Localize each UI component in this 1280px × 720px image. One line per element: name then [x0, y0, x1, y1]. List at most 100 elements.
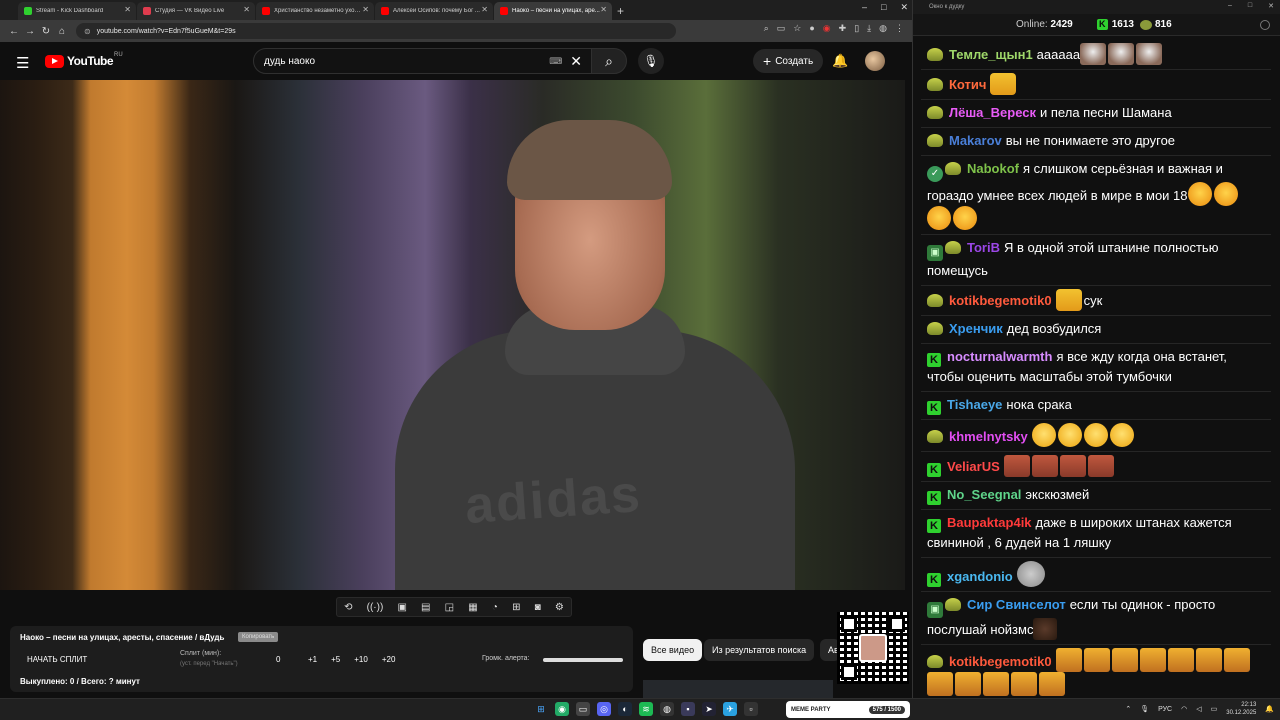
download-icon[interactable]: ⤓ [867, 23, 871, 34]
app-icon[interactable]: ▪ [681, 702, 695, 716]
chat-username[interactable]: xgandonio [947, 569, 1013, 584]
language-indicator[interactable]: РУС [1158, 706, 1172, 713]
spotify-icon[interactable]: ≋ [639, 702, 653, 716]
clapper-icon[interactable]: ▤ [421, 602, 430, 613]
notification-bell-icon[interactable]: 🔔 [1265, 705, 1274, 713]
site-info-icon[interactable]: ⊜ [84, 27, 91, 36]
chat-username[interactable]: kotikbegemotik0 [949, 654, 1052, 669]
maximize-button[interactable]: □ [1248, 2, 1252, 10]
telegram-icon-2[interactable]: ✈ [723, 702, 737, 716]
extension-dot-icon[interactable]: ● [809, 23, 814, 34]
chat-username[interactable]: Лёша_Вереск [949, 105, 1036, 120]
app-icon-2[interactable]: ▫ [744, 702, 758, 716]
increment-button[interactable]: +5 [331, 655, 340, 664]
chat-username[interactable]: Сир Свинселот [967, 597, 1066, 612]
voice-search-icon[interactable]: 🎙 [638, 48, 664, 74]
zoom-icon[interactable]: ⌕ [764, 23, 769, 34]
close-tab-icon[interactable]: ✕ [362, 5, 369, 14]
film-strip-icon[interactable]: ▦ [468, 602, 477, 613]
video-player[interactable]: adidas [0, 80, 905, 590]
chat-username[interactable]: VeliarUS [947, 459, 1000, 474]
avatar[interactable] [865, 51, 885, 71]
discord-icon[interactable]: ◎ [597, 702, 611, 716]
loop-icon[interactable]: ⟲ [344, 602, 352, 613]
settings-gear-icon[interactable]: ⚙ [555, 602, 564, 613]
browser-tab[interactable]: Христианство незаметно уход... ✕ [256, 2, 374, 20]
screen-record-icon[interactable]: ▣ [397, 602, 406, 613]
steam-icon[interactable]: ◐ [618, 702, 632, 716]
volume-icon[interactable]: ◁ [1196, 705, 1201, 713]
close-tab-icon[interactable]: ✕ [600, 5, 607, 14]
menu-dots-icon[interactable]: ⋮ [895, 23, 904, 34]
start-split-button[interactable]: НАЧАТЬ СПЛИТ [27, 655, 87, 664]
screenshot-camera-icon[interactable]: ◙ [535, 602, 541, 613]
chat-username[interactable]: ToriB [967, 240, 1000, 255]
battery-icon[interactable]: ▭ [1211, 705, 1218, 713]
chat-username[interactable]: khmelnytsky [949, 429, 1028, 444]
chip-from-search[interactable]: Из результатов поиска [704, 639, 815, 661]
bookmark-star-icon[interactable]: ☆ [793, 23, 801, 34]
chrome-icon[interactable]: ◉ [555, 702, 569, 716]
extension-red-icon[interactable]: ◉ [823, 23, 831, 34]
new-tab-button[interactable]: + [617, 2, 624, 20]
close-tab-icon[interactable]: ✕ [124, 5, 131, 14]
reload-icon[interactable]: ↻ [38, 26, 54, 37]
increment-button[interactable]: +20 [382, 655, 396, 664]
settings-circle-icon[interactable] [1260, 19, 1270, 30]
forward-icon[interactable]: → [22, 26, 38, 37]
browser-tab[interactable]: Stream - Kick Dashboard ✕ [18, 2, 136, 20]
chip-all-videos[interactable]: Все видео [643, 639, 703, 661]
split-value-field[interactable]: 0 [276, 655, 280, 664]
cast-icon[interactable]: ▭ [777, 23, 786, 34]
chat-username[interactable]: nocturnalwarmth [947, 349, 1052, 364]
mic-tray-icon[interactable]: 🎙 [1140, 705, 1149, 713]
sidepanel-icon[interactable]: ▯ [854, 23, 859, 34]
youtube-logo[interactable]: YouTube RU [45, 52, 123, 68]
close-window-button[interactable]: ✕ [1268, 2, 1274, 10]
create-button[interactable]: + Создать [753, 49, 824, 73]
add-marker-icon[interactable]: ⊞ [512, 602, 520, 613]
chat-username[interactable]: Tishaeye [947, 397, 1002, 412]
copy-button[interactable]: Копировать [238, 632, 279, 642]
close-tab-icon[interactable]: ✕ [243, 5, 250, 14]
clock[interactable]: 22:13 30.12.2025 [1226, 701, 1256, 717]
chat-username[interactable]: Baupaktap4ik [947, 515, 1032, 530]
browser-tab[interactable]: Алексей Осипов: почему Бог ... ✕ [375, 2, 493, 20]
increment-button[interactable]: +10 [354, 655, 368, 664]
chat-username[interactable]: Темле_щын1 [949, 47, 1033, 62]
search-button[interactable]: ⌕ [591, 48, 627, 74]
hamburger-menu-icon[interactable]: ☰ [16, 54, 29, 72]
pip-icon[interactable]: ◲ [445, 602, 454, 613]
chat-username[interactable]: Котич [949, 77, 986, 92]
alert-volume-slider[interactable] [543, 658, 623, 662]
search-input[interactable]: дудь наоко ⌨ ✕ [253, 48, 593, 74]
broadcast-icon[interactable]: ((·)) [367, 602, 384, 613]
maximize-button[interactable]: □ [881, 2, 886, 13]
tray-overflow-icon[interactable]: ⌃ [1125, 705, 1131, 713]
chat-username[interactable]: kotikbegemotik0 [949, 293, 1052, 308]
close-tab-icon[interactable]: ✕ [481, 5, 488, 14]
obs-icon[interactable]: ◍ [660, 702, 674, 716]
recommendation-thumbnail[interactable] [643, 680, 833, 698]
chat-username[interactable]: No_Seegnal [947, 487, 1021, 502]
browser-tab[interactable]: Наоко – песни на улицах, аре... ✕ [494, 2, 612, 20]
minimize-button[interactable]: – [1228, 2, 1232, 10]
start-windows-icon[interactable]: ⊞ [534, 702, 548, 716]
folder-icon[interactable]: ▭ [576, 702, 590, 716]
extensions-puzzle-icon[interactable]: ✚ [839, 23, 847, 34]
telegram-icon[interactable]: ➤ [702, 702, 716, 716]
wifi-icon[interactable]: ◠ [1181, 705, 1187, 713]
home-icon[interactable]: ⌂ [54, 26, 70, 37]
profile-icon[interactable]: ◍ [879, 23, 887, 34]
increment-button[interactable]: +1 [308, 655, 317, 664]
speed-icon[interactable]: ◔ [492, 602, 498, 613]
notifications-bell-icon[interactable]: 🔔 [832, 53, 848, 69]
url-field[interactable]: ⊜ youtube.com/watch?v=Edn7f5uGueM&t=29s [76, 23, 676, 39]
chat-username[interactable]: Makarov [949, 133, 1002, 148]
meme-party-widget[interactable]: MEME PARTY 575 / 1500 [786, 701, 910, 718]
close-window-button[interactable]: ✕ [900, 2, 908, 13]
chat-username[interactable]: Хренчик [949, 321, 1003, 336]
browser-tab[interactable]: Студия — VK Видео Live ✕ [137, 2, 255, 20]
back-icon[interactable]: ← [6, 26, 22, 37]
minimize-button[interactable]: – [862, 2, 867, 13]
